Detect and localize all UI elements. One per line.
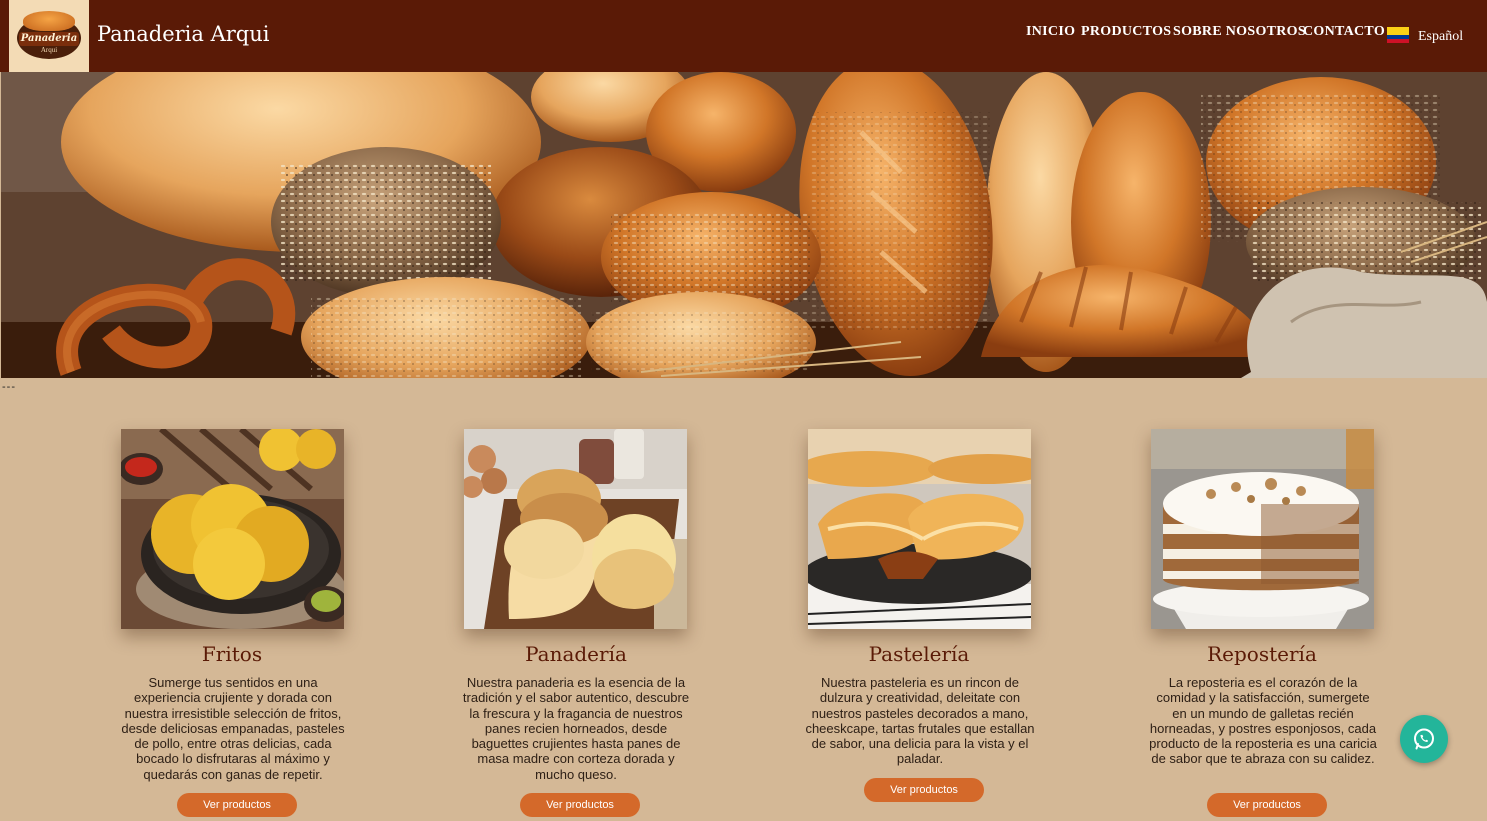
whatsapp-icon [1414, 728, 1434, 750]
nav-sobre-nosotros[interactable]: SOBRE NOSOTROS [1173, 24, 1306, 42]
site-title[interactable]: Panaderia Arqui [97, 22, 269, 46]
card-desc-panaderia: Nuestra panaderia es la esencia de la tr… [462, 675, 690, 782]
site-header: Panaderia Arqui Panaderia Arqui INICIO P… [0, 0, 1487, 72]
card-desc-reposteria: La reposteria es el corazón de la comida… [1149, 675, 1377, 767]
card-title-panaderia: Panadería [525, 642, 627, 666]
ver-productos-reposteria-button[interactable]: Ver productos [1207, 793, 1327, 817]
nav-inicio[interactable]: INICIO [1026, 24, 1075, 42]
card-title-pasteleria: Pastelería [868, 642, 970, 666]
reposteria-image[interactable] [1151, 429, 1374, 629]
card-title-reposteria: Repostería [1207, 642, 1317, 666]
card-desc-pasteleria: Nuestra pasteleria es un rincon de dulzu… [805, 675, 1035, 767]
fritos-image[interactable] [121, 429, 344, 629]
logo[interactable]: Panaderia Arqui [9, 0, 89, 72]
hero-image [1, 72, 1487, 378]
nav-contacto[interactable]: CONTACTO [1303, 24, 1385, 42]
ver-productos-panaderia-button[interactable]: Ver productos [520, 793, 640, 817]
ver-productos-pasteleria-button[interactable]: Ver productos [864, 778, 984, 802]
bread-assortment-illustration [1, 72, 1487, 378]
nav-productos[interactable]: PRODUCTOS [1081, 24, 1171, 42]
card-title-fritos: Fritos [201, 642, 263, 666]
ver-productos-fritos-button[interactable]: Ver productos [177, 793, 297, 817]
language-selector[interactable]: Español [1418, 29, 1463, 45]
bread-icon [23, 11, 75, 31]
logo-subtext: Arqui [40, 46, 58, 54]
panaderia-image[interactable] [464, 429, 687, 629]
separator-text: --- [2, 381, 16, 393]
pasteleria-image[interactable] [808, 429, 1031, 629]
colombia-flag-icon[interactable] [1387, 27, 1409, 43]
card-desc-fritos: Sumerge tus sentidos en una experiencia … [121, 675, 345, 782]
whatsapp-button[interactable] [1400, 715, 1448, 763]
logo-text: Panaderia [19, 32, 79, 46]
